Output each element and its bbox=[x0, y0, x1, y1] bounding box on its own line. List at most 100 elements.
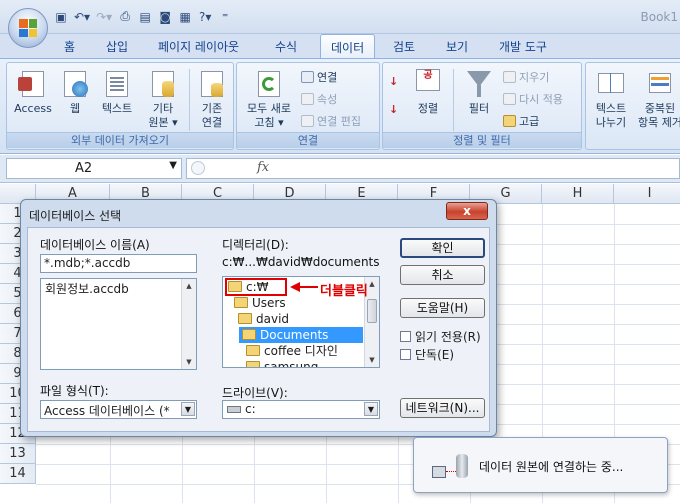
group-sort-filter-label: 정렬 및 필터 bbox=[383, 132, 581, 148]
refresh-all-label-2: 고침 ▾ bbox=[254, 116, 284, 129]
ok-button[interactable]: 확인 bbox=[400, 238, 485, 258]
chevron-down-icon[interactable]: ▼ bbox=[364, 402, 378, 416]
row-header[interactable]: 13 bbox=[0, 444, 36, 464]
tab-developer[interactable]: 개발 도구 bbox=[499, 38, 547, 55]
network-button[interactable]: 네트워크(N)... bbox=[400, 398, 485, 418]
sort-button[interactable]: 공 정렬 bbox=[411, 67, 445, 116]
tab-data[interactable]: 데이터 bbox=[320, 34, 376, 59]
advanced-filter-button[interactable]: 고급 bbox=[503, 113, 539, 129]
column-header[interactable]: I bbox=[614, 184, 680, 204]
file-type-label: 파일 형식(T): bbox=[40, 384, 109, 398]
properties-button[interactable]: 속성 bbox=[301, 91, 337, 107]
sort-asc-button[interactable]: ↓ bbox=[389, 75, 398, 88]
cancel-button[interactable]: 취소 bbox=[400, 265, 485, 285]
print-icon[interactable]: ⎙ bbox=[118, 9, 132, 24]
access-button[interactable]: Access bbox=[11, 67, 55, 116]
reapply-label: 다시 적용 bbox=[519, 93, 563, 106]
name-box[interactable]: A2 ▼ bbox=[6, 158, 182, 179]
customize-qat-icon[interactable]: ⁼ bbox=[218, 10, 232, 24]
sort-az-glyph: 공 bbox=[416, 69, 440, 91]
web-label: 웹 bbox=[69, 102, 81, 115]
sort-icon: 공 bbox=[413, 67, 443, 99]
save-icon[interactable]: ▣ bbox=[54, 10, 68, 24]
dir-item-documents[interactable]: Documents bbox=[239, 327, 363, 343]
scroll-down-icon[interactable]: ▼ bbox=[182, 355, 196, 369]
highlight-box bbox=[225, 278, 287, 296]
scroll-thumb[interactable] bbox=[367, 299, 377, 323]
text-import-button[interactable]: 텍스트 bbox=[95, 67, 139, 116]
edit-links-icon bbox=[301, 115, 314, 127]
help-icon[interactable]: ?▾ bbox=[198, 10, 212, 24]
dir-item-users[interactable]: Users bbox=[231, 295, 289, 311]
formula-input[interactable]: fx bbox=[186, 158, 680, 179]
tab-insert[interactable]: 삽입 bbox=[106, 38, 128, 55]
clear-filter-button[interactable]: 지우기 bbox=[503, 69, 549, 85]
access-label: Access bbox=[14, 102, 52, 115]
form-icon[interactable]: ▦ bbox=[178, 10, 192, 24]
db-name-input[interactable]: *.mdb;*.accdb bbox=[40, 254, 197, 273]
db-name-label: 데이터베이스 이름(A) bbox=[40, 238, 150, 252]
scroll-up-icon[interactable]: ▲ bbox=[182, 279, 196, 293]
scroll-down-icon[interactable]: ▼ bbox=[365, 353, 379, 367]
dir-item-label: david bbox=[256, 312, 290, 326]
dialog-title: 데이터베이스 선택 bbox=[29, 209, 122, 223]
name-box-dropdown-icon[interactable]: ▼ bbox=[169, 160, 177, 171]
formula-expand-icon[interactable] bbox=[191, 161, 205, 175]
web-button[interactable]: 웹 bbox=[59, 67, 91, 116]
tab-view[interactable]: 보기 bbox=[446, 38, 468, 55]
row-header[interactable]: 14 bbox=[0, 464, 36, 484]
clear-filter-icon bbox=[503, 71, 516, 83]
office-logo-icon bbox=[19, 19, 37, 37]
file-list-scrollbar[interactable]: ▲ ▼ bbox=[181, 279, 196, 369]
dir-item-david[interactable]: david bbox=[235, 311, 292, 327]
drive-icon bbox=[227, 406, 241, 413]
column-header[interactable]: H bbox=[542, 184, 614, 204]
chevron-down-icon[interactable]: ▼ bbox=[181, 402, 195, 416]
ribbon-tabs: 홈 삽입 페이지 레이아웃 수식 데이터 검토 보기 개발 도구 bbox=[0, 34, 680, 59]
undo-icon[interactable]: ↶▾ bbox=[74, 10, 90, 24]
db-file-list[interactable]: 회원정보.accdb ▲ ▼ bbox=[40, 278, 197, 370]
insert-function-icon[interactable]: fx bbox=[257, 160, 269, 175]
tab-formulas[interactable]: 수식 bbox=[275, 38, 297, 55]
chart-icon[interactable]: ▤ bbox=[138, 10, 152, 24]
dir-item-samsung[interactable]: samsung bbox=[243, 359, 321, 367]
office-button[interactable] bbox=[8, 8, 48, 48]
open-folder-icon bbox=[242, 329, 256, 340]
drive-select[interactable]: c: ▼ bbox=[222, 400, 380, 419]
redo-icon[interactable]: ↷▾ bbox=[96, 10, 112, 24]
group-sort-filter: ↓ ↓ 공 정렬 필터 지우기 다시 적용 고급 정렬 및 필터 bbox=[382, 62, 582, 150]
read-only-checkbox[interactable]: 읽기 전용(R) bbox=[400, 328, 481, 345]
tab-review[interactable]: 검토 bbox=[393, 38, 415, 55]
file-type-select[interactable]: Access 데이터베이스 (* ▼ bbox=[40, 400, 197, 419]
remove-duplicates-button[interactable]: 중복된 항목 제거 bbox=[634, 67, 680, 130]
existing-connection-icon bbox=[197, 67, 227, 99]
text-to-columns-button[interactable]: 텍스트 나누기 bbox=[590, 67, 632, 130]
advanced-filter-icon bbox=[503, 115, 516, 127]
dir-item-coffee[interactable]: coffee 디자인 bbox=[243, 343, 341, 359]
help-button[interactable]: 도움말(H) bbox=[400, 298, 485, 318]
sort-desc-button[interactable]: ↓ bbox=[389, 103, 398, 116]
edit-links-button[interactable]: 연결 편집 bbox=[301, 113, 361, 129]
group-connections-label: 연결 bbox=[237, 132, 379, 148]
tab-page-layout[interactable]: 페이지 레이아웃 bbox=[158, 38, 239, 55]
select-database-dialog: 데이터베이스 선택 x 데이터베이스 이름(A) *.mdb;*.accdb 회… bbox=[20, 199, 497, 437]
refresh-all-button[interactable]: 모두 새로 고침 ▾ bbox=[241, 67, 297, 130]
group-external-data: Access 웹 텍스트 기타 원본 ▾ 기존 연결 외부 데이터 가져오기 bbox=[6, 62, 234, 150]
existing-connections-button[interactable]: 기존 연결 bbox=[193, 67, 231, 130]
list-item[interactable]: 회원정보.accdb bbox=[45, 280, 129, 297]
reapply-button[interactable]: 다시 적용 bbox=[503, 91, 563, 107]
dir-item-label: Users bbox=[252, 296, 286, 310]
title-bar: ▣ ↶▾ ↷▾ ⎙ ▤ ◙ ▦ ?▾ ⁼ Book1 bbox=[0, 0, 680, 34]
camera-icon[interactable]: ◙ bbox=[158, 10, 172, 24]
group-connections: 모두 새로 고침 ▾ 연결 속성 연결 편집 연결 bbox=[236, 62, 380, 150]
exclusive-checkbox[interactable]: 단독(E) bbox=[400, 346, 454, 363]
directory-path: c:₩...₩david₩documents bbox=[222, 255, 380, 269]
filter-button[interactable]: 필터 bbox=[461, 67, 497, 116]
other-sources-button[interactable]: 기타 원본 ▾ bbox=[143, 67, 183, 130]
edit-links-label: 연결 편집 bbox=[317, 115, 361, 128]
drive-value: c: bbox=[245, 402, 256, 416]
reapply-icon bbox=[503, 93, 516, 105]
dialog-close-button[interactable]: x bbox=[446, 202, 488, 220]
connections-button[interactable]: 연결 bbox=[301, 69, 337, 85]
tab-home[interactable]: 홈 bbox=[64, 38, 75, 55]
